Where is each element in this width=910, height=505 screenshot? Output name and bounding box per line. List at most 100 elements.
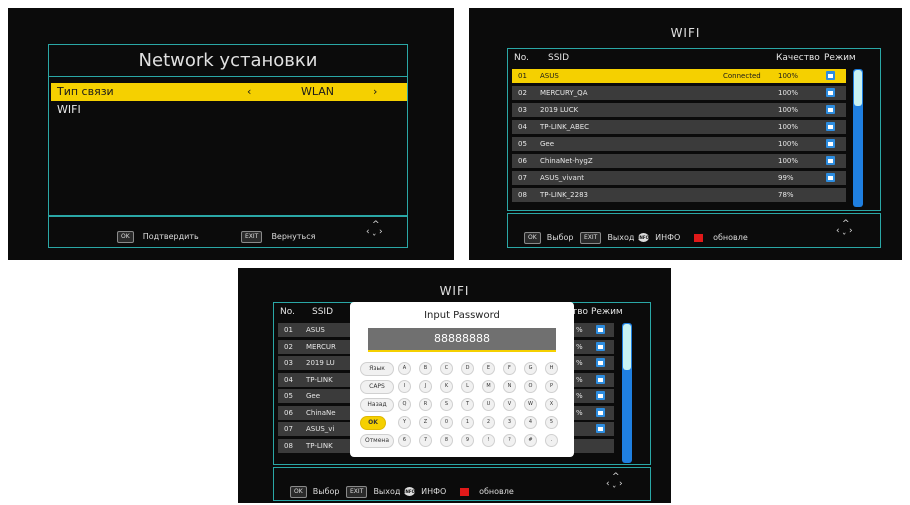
keyboard-key[interactable]: 5 bbox=[545, 416, 558, 429]
keyboard-key[interactable]: E bbox=[482, 362, 495, 375]
keyboard-key[interactable]: 7 bbox=[419, 434, 432, 447]
network-number: 06 bbox=[284, 408, 293, 417]
network-row[interactable]: 01 ASUS Connected 100% bbox=[512, 69, 846, 83]
keyboard-key[interactable]: J bbox=[419, 380, 432, 393]
keyboard-key[interactable]: 1 bbox=[461, 416, 474, 429]
network-quality: 100% bbox=[778, 106, 799, 114]
keyboard-function-key[interactable]: Язык bbox=[360, 362, 394, 376]
ok-key-icon: OK bbox=[524, 231, 541, 244]
keyboard-key[interactable]: # bbox=[524, 434, 537, 447]
confirm-hint: Подтвердить bbox=[142, 232, 199, 241]
network-row[interactable]: 03 2019 LUCK 100% bbox=[512, 103, 846, 117]
wifi-menu-item[interactable]: WIFI bbox=[51, 101, 407, 119]
keyboard-key[interactable]: 0 bbox=[440, 416, 453, 429]
network-row[interactable]: 02 MERCURY_QA 100% bbox=[512, 86, 846, 100]
keyboard-function-key[interactable]: Назад bbox=[360, 398, 394, 412]
network-row[interactable]: 06 ChinaNet-hygZ 100% bbox=[512, 154, 846, 168]
keyboard-key[interactable]: 9 bbox=[461, 434, 474, 447]
keyboard-key[interactable]: U bbox=[482, 398, 495, 411]
exit-key-icon: EXIT bbox=[241, 230, 263, 243]
keyboard-key[interactable]: H bbox=[545, 362, 558, 375]
wifi-footer: OK Выбор EXIT Выход INFO ИНФО обновле ^ ‹… bbox=[507, 213, 881, 248]
keyboard-key[interactable]: L bbox=[461, 380, 474, 393]
lock-icon bbox=[826, 105, 835, 114]
network-quality-partial: % bbox=[576, 408, 583, 417]
column-no-header: No. bbox=[514, 53, 529, 63]
keyboard-key[interactable]: Q bbox=[398, 398, 411, 411]
network-quality: 99% bbox=[778, 174, 794, 182]
keyboard-key[interactable]: A bbox=[398, 362, 411, 375]
keyboard-key[interactable]: P bbox=[545, 380, 558, 393]
keyboard-key[interactable]: ? bbox=[503, 434, 516, 447]
scrollbar-thumb[interactable] bbox=[854, 70, 862, 106]
network-ssid: TP-LINK bbox=[306, 441, 333, 450]
ok-button[interactable]: OK bbox=[360, 416, 386, 430]
keyboard-key[interactable]: K bbox=[440, 380, 453, 393]
connection-type-value: WLAN bbox=[301, 85, 335, 98]
password-input[interactable]: 88888888 bbox=[368, 328, 556, 352]
network-number: 02 bbox=[518, 89, 527, 97]
ok-key-icon: OK bbox=[290, 485, 307, 498]
scrollbar[interactable] bbox=[622, 323, 632, 463]
back-hint: Вернуться bbox=[271, 232, 316, 241]
keyboard-key[interactable]: T bbox=[461, 398, 474, 411]
scrollbar-thumb[interactable] bbox=[623, 324, 631, 370]
network-ssid: ASUS_vi bbox=[306, 425, 335, 433]
keyboard-key[interactable]: 8 bbox=[440, 434, 453, 447]
keyboard-key[interactable]: C bbox=[440, 362, 453, 375]
lock-icon bbox=[596, 374, 605, 384]
keyboard-key[interactable]: D bbox=[461, 362, 474, 375]
keyboard-key[interactable]: R bbox=[419, 398, 432, 411]
keyboard-key[interactable]: 6 bbox=[398, 434, 411, 447]
keyboard-key[interactable]: B bbox=[419, 362, 432, 375]
scrollbar[interactable] bbox=[853, 69, 863, 207]
network-quality-partial: % bbox=[576, 326, 583, 334]
connection-type-label: Тип связи bbox=[57, 85, 114, 98]
keyboard-key[interactable]: I bbox=[398, 380, 411, 393]
keyboard-key[interactable]: F bbox=[503, 362, 516, 375]
network-quality: 100% bbox=[778, 140, 799, 148]
keyboard-key[interactable]: S bbox=[440, 398, 453, 411]
connection-type-row[interactable]: Тип связи ‹ WLAN › bbox=[51, 83, 407, 101]
keyboard-key[interactable]: X bbox=[545, 398, 558, 411]
keyboard-key[interactable]: V bbox=[503, 398, 516, 411]
keyboard-key[interactable]: Z bbox=[419, 416, 432, 429]
exit-key-icon: EXIT bbox=[580, 231, 602, 244]
keyboard-key[interactable]: G bbox=[524, 362, 537, 375]
keyboard-key[interactable]: M bbox=[482, 380, 495, 393]
keyboard-key[interactable]: 4 bbox=[524, 416, 537, 429]
refresh-hint: обновле bbox=[479, 487, 514, 496]
keyboard-function-key[interactable]: Отмена bbox=[360, 434, 394, 448]
keyboard-key[interactable]: W bbox=[524, 398, 537, 411]
keyboard-key[interactable]: O bbox=[524, 380, 537, 393]
keyboard-key[interactable]: ! bbox=[482, 434, 495, 447]
network-row[interactable]: 08 TP-LINK_2283 78% bbox=[512, 188, 846, 202]
keyboard-key[interactable]: 3 bbox=[503, 416, 516, 429]
arrow-left-icon[interactable]: ‹ bbox=[247, 83, 251, 101]
lock-icon bbox=[596, 358, 605, 367]
connection-status: Connected bbox=[723, 72, 761, 80]
lock-icon bbox=[826, 71, 835, 80]
arrow-right-icon[interactable]: › bbox=[373, 83, 377, 101]
network-row[interactable]: 05 Gee 100% bbox=[512, 137, 846, 151]
column-no-header: No. bbox=[280, 307, 295, 317]
wifi-footer: OK Выбор EXIT Выход INFO ИНФО обновле ^ ‹… bbox=[273, 467, 651, 501]
keyboard-function-key[interactable]: CAPS bbox=[360, 380, 394, 394]
red-key-icon bbox=[460, 487, 469, 496]
select-hint: Выбор bbox=[546, 233, 574, 242]
keyboard-key[interactable]: 2 bbox=[482, 416, 495, 429]
info-key-icon: INFO bbox=[638, 233, 649, 242]
network-row[interactable]: 04 TP-LINK_ABEC 100% bbox=[512, 120, 846, 134]
network-number: 08 bbox=[518, 191, 527, 199]
lock-icon bbox=[826, 173, 835, 182]
keyboard-key[interactable]: N bbox=[503, 380, 516, 393]
keyboard-key[interactable]: Y bbox=[398, 416, 411, 429]
network-quality: 100% bbox=[778, 157, 799, 165]
network-ssid: Gee bbox=[306, 392, 321, 400]
keyboard-key[interactable]: . bbox=[545, 434, 558, 447]
network-row[interactable]: 07 ASUS_vivant 99% bbox=[512, 171, 846, 185]
exit-hint: Выход bbox=[373, 487, 401, 496]
network-ssid: MERCURY_QA bbox=[540, 89, 588, 97]
network-ssid: TP-LINK_2283 bbox=[540, 191, 588, 199]
network-ssid: ASUS bbox=[306, 326, 325, 334]
